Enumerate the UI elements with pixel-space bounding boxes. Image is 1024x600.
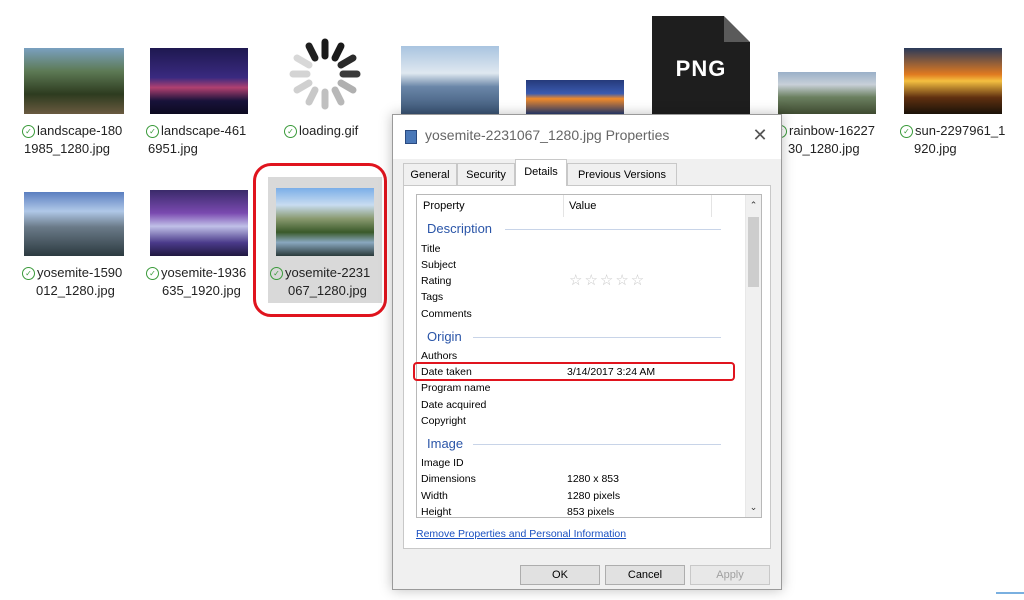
width-value[interactable]: 1280 pixels [567, 490, 620, 502]
thumbnail-image [24, 192, 124, 256]
row-rating[interactable]: Rating [421, 275, 451, 287]
file-name: ✓ landscape-461 6951.jpg [146, 123, 247, 156]
thumbnail-mountain[interactable] [401, 46, 499, 114]
cancel-button[interactable]: Cancel [605, 565, 685, 585]
section-description: Description [427, 221, 493, 236]
row-image-id[interactable]: Image ID [421, 457, 464, 469]
row-tags[interactable]: Tags [421, 291, 443, 303]
file-name: ✓ loading.gif [284, 122, 392, 140]
column-header: Property Value [417, 195, 747, 217]
file-name: ✓ sun-2297961_1 920.jpg [900, 122, 1008, 158]
sync-check-icon: ✓ [900, 125, 913, 138]
thumbnail-image [904, 48, 1002, 114]
png-label: PNG [675, 56, 727, 81]
column-separator [563, 195, 564, 217]
tab-previous-versions[interactable]: Previous Versions [567, 163, 677, 185]
sync-check-icon: ✓ [284, 125, 297, 138]
row-authors[interactable]: Authors [421, 350, 457, 362]
column-separator [711, 195, 712, 217]
thumbnail-image [778, 72, 876, 114]
vertical-scrollbar[interactable]: ⌃ ⌄ [745, 195, 761, 517]
file-name: ✓ yosemite-1590 012_1280.jpg [22, 264, 130, 300]
row-height[interactable]: Height [421, 506, 451, 517]
file-name: ✓rainbow-16227 30_1280.jpg [774, 122, 882, 158]
sync-check-icon: ✓ [146, 125, 159, 138]
row-dimensions[interactable]: Dimensions [421, 473, 476, 485]
tab-general[interactable]: General [403, 163, 457, 185]
row-subject[interactable]: Subject [421, 259, 456, 271]
sync-check-icon: ✓ [22, 267, 35, 280]
section-image: Image [427, 436, 464, 451]
thumbnail-image [150, 48, 248, 114]
section-divider [505, 229, 721, 230]
thumbnail-image [150, 190, 248, 256]
loading-spinner-icon [289, 38, 361, 110]
tab-details[interactable]: Details [515, 159, 567, 186]
row-program-name[interactable]: Program name [421, 382, 490, 394]
row-copyright[interactable]: Copyright [421, 415, 466, 427]
row-title[interactable]: Title [421, 243, 440, 255]
scrollbar-thumb[interactable] [748, 217, 759, 287]
column-value[interactable]: Value [569, 200, 596, 212]
ok-button[interactable]: OK [520, 565, 600, 585]
dialog-title: yosemite-2231067_1280.jpg Properties [425, 127, 670, 143]
close-icon[interactable]: ✕ [748, 123, 772, 147]
row-date-acquired[interactable]: Date acquired [421, 399, 486, 411]
apply-button[interactable]: Apply [690, 565, 770, 585]
row-comments[interactable]: Comments [421, 308, 472, 320]
properties-dialog: yosemite-2231067_1280.jpg Properties ✕ G… [392, 114, 782, 590]
chevron-up-icon[interactable]: ⌃ [746, 197, 761, 213]
sync-check-icon: ✓ [146, 267, 159, 280]
red-highlight-date-taken [413, 362, 735, 381]
corner-accent [996, 592, 1024, 594]
property-list[interactable]: Property Value Description Title Subject… [416, 194, 762, 518]
thumbnail-sunset[interactable] [526, 80, 624, 114]
file-name: ✓ landscape-180 1985_1280.jpg [22, 123, 123, 156]
chevron-down-icon[interactable]: ⌄ [746, 499, 761, 515]
png-file-icon[interactable]: PNG [652, 16, 750, 114]
section-divider [473, 444, 721, 445]
dialog-titlebar[interactable]: yosemite-2231067_1280.jpg Properties ✕ [393, 115, 781, 159]
red-highlight-annotation [253, 163, 387, 317]
section-origin: Origin [427, 329, 462, 344]
rating-stars[interactable]: ☆☆☆☆☆ [569, 271, 646, 289]
row-width[interactable]: Width [421, 490, 448, 502]
image-file-icon [405, 130, 417, 144]
file-name: ✓ yosemite-1936 635_1920.jpg [146, 264, 254, 300]
tab-security[interactable]: Security [457, 163, 515, 185]
page-fold [724, 16, 750, 42]
height-value[interactable]: 853 pixels [567, 506, 614, 517]
thumbnail-image [24, 48, 124, 114]
dimensions-value[interactable]: 1280 x 853 [567, 473, 619, 485]
sync-check-icon: ✓ [22, 125, 35, 138]
remove-properties-link[interactable]: Remove Properties and Personal Informati… [416, 528, 626, 540]
section-divider [473, 337, 721, 338]
column-property[interactable]: Property [423, 200, 465, 212]
